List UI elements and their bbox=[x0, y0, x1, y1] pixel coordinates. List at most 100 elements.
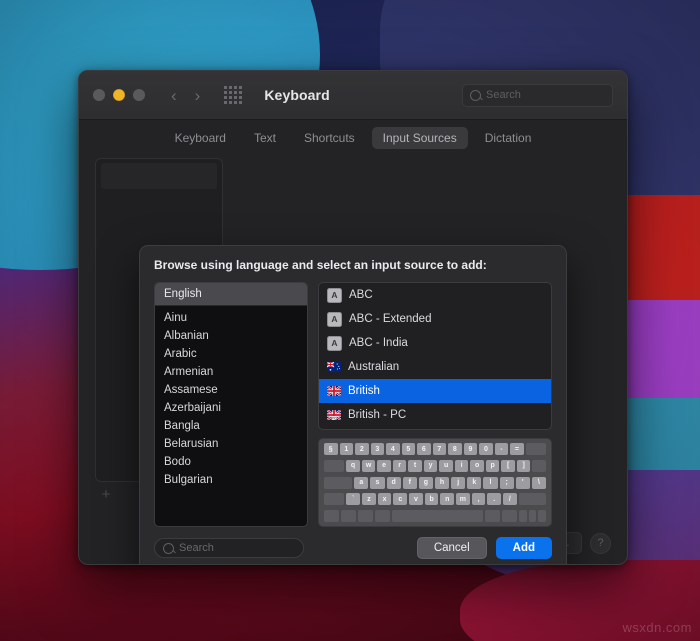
sheet-body: English Ainu Albanian Arabic Armenian As… bbox=[154, 282, 552, 527]
key: ; bbox=[499, 476, 514, 489]
list-item[interactable]: Bangla bbox=[155, 417, 307, 435]
forward-arrow-icon[interactable]: › bbox=[195, 87, 201, 104]
list-item[interactable]: Belarusian bbox=[155, 435, 307, 453]
tab-input-sources[interactable]: Input Sources bbox=[371, 127, 468, 149]
key: 7 bbox=[432, 443, 447, 455]
list-item[interactable]: A ABC bbox=[319, 283, 551, 307]
search-icon bbox=[163, 542, 174, 554]
desktop-wallpaper: ‹ › Keyboard Search Keyboard Text Shortc… bbox=[0, 0, 700, 641]
list-item[interactable]: Assamese bbox=[155, 381, 307, 399]
key: ` bbox=[346, 493, 361, 506]
key: ] bbox=[516, 459, 531, 472]
key: = bbox=[510, 443, 524, 455]
zoom-button[interactable] bbox=[133, 89, 145, 101]
list-item[interactable]: Ainu bbox=[155, 309, 307, 327]
key: - bbox=[494, 443, 509, 455]
right-column: A ABC A ABC - Extended A ABC - India Aus… bbox=[318, 282, 552, 527]
key: / bbox=[503, 493, 517, 506]
list-item[interactable]: Bulgarian bbox=[155, 471, 307, 489]
tab-dictation[interactable]: Dictation bbox=[474, 127, 543, 149]
input-source-list[interactable]: A ABC A ABC - Extended A ABC - India Aus… bbox=[318, 282, 552, 430]
tab-text[interactable]: Text bbox=[243, 127, 287, 149]
add-source-button[interactable]: + bbox=[97, 486, 115, 504]
close-button[interactable] bbox=[93, 89, 105, 101]
key: 2 bbox=[355, 443, 369, 455]
keyboard-row-2: q w e r t y u i o p [ ] bbox=[324, 459, 546, 472]
key: 0 bbox=[479, 443, 493, 455]
list-item[interactable]: PC British - PC bbox=[319, 403, 551, 427]
key: y bbox=[423, 459, 438, 472]
cancel-button[interactable]: Cancel bbox=[416, 537, 487, 559]
keyboard-row-4: ` z x c v b n m , . / bbox=[324, 493, 547, 506]
list-item[interactable] bbox=[101, 163, 217, 189]
preference-tabbar: Keyboard Text Shortcuts Input Sources Di… bbox=[79, 120, 627, 156]
sheet-search-field[interactable]: Search bbox=[154, 538, 304, 558]
key-command-right bbox=[485, 510, 501, 522]
keyboard-row-3: a s d f g h j k l ; ' \ bbox=[324, 476, 546, 489]
help-button[interactable]: ? bbox=[590, 532, 611, 554]
key: l bbox=[483, 476, 498, 489]
toolbar-search-field[interactable]: Search bbox=[462, 83, 613, 107]
sheet-footer: Search Cancel Add bbox=[154, 537, 552, 559]
key-fn bbox=[324, 510, 340, 522]
keyboard-row-1: § 1 2 3 4 5 6 7 8 9 0 - = bbox=[324, 443, 546, 455]
tab-shortcuts[interactable]: Shortcuts bbox=[293, 127, 366, 149]
key: d bbox=[386, 476, 401, 489]
show-all-grid-icon[interactable] bbox=[224, 86, 243, 104]
flag-australia-icon bbox=[327, 362, 341, 372]
key: v bbox=[409, 493, 423, 506]
key-shift-left bbox=[324, 493, 345, 506]
key: . bbox=[487, 493, 502, 506]
add-input-source-sheet: Browse using language and select an inpu… bbox=[139, 245, 567, 564]
key: e bbox=[377, 459, 391, 472]
language-selected-header[interactable]: English bbox=[155, 283, 307, 306]
key: 5 bbox=[401, 443, 416, 455]
navigation-arrows: ‹ › bbox=[171, 87, 200, 104]
sheet-title: Browse using language and select an inpu… bbox=[154, 258, 487, 272]
list-item[interactable]: Australian bbox=[319, 355, 551, 379]
list-item[interactable]: Albanian bbox=[155, 327, 307, 345]
list-item-selected[interactable]: British bbox=[319, 379, 551, 403]
key: f bbox=[402, 476, 417, 489]
window-titlebar: ‹ › Keyboard Search bbox=[79, 71, 627, 120]
abc-badge-icon: A bbox=[327, 287, 342, 303]
list-item[interactable]: Bodo bbox=[155, 453, 307, 471]
list-item[interactable]: A ABC - India bbox=[319, 331, 551, 355]
add-button[interactable]: Add bbox=[495, 537, 552, 559]
list-item[interactable]: A ABC - Extended bbox=[319, 307, 551, 331]
key: 6 bbox=[417, 443, 431, 455]
key: p bbox=[485, 459, 500, 472]
list-item[interactable]: Azerbaijani bbox=[155, 399, 307, 417]
input-sources-pane: + Set Up Bluetooth Keyboard… ? Browse us… bbox=[79, 156, 627, 564]
key-option-right bbox=[502, 510, 518, 522]
key-control bbox=[341, 510, 357, 522]
key: z bbox=[362, 493, 376, 506]
abc-badge-icon: A bbox=[327, 311, 342, 327]
key: j bbox=[451, 476, 466, 489]
key: w bbox=[361, 459, 376, 472]
watermark: wsxdn.com bbox=[622, 620, 692, 635]
key-command-left bbox=[375, 510, 391, 522]
window-title: Keyboard bbox=[264, 87, 330, 103]
key: m bbox=[456, 493, 470, 506]
list-item[interactable]: Canadian English bbox=[319, 427, 551, 429]
key-return-upper bbox=[532, 459, 546, 472]
search-icon bbox=[470, 89, 481, 101]
list-item[interactable]: Arabic bbox=[155, 345, 307, 363]
language-list[interactable]: Ainu Albanian Arabic Armenian Assamese A… bbox=[155, 306, 307, 526]
minimize-button[interactable] bbox=[113, 89, 125, 101]
key: 8 bbox=[448, 443, 462, 455]
tab-keyboard[interactable]: Keyboard bbox=[164, 127, 237, 149]
key: § bbox=[324, 443, 338, 455]
key-arrow-right bbox=[538, 510, 547, 522]
list-item[interactable]: Armenian bbox=[155, 363, 307, 381]
key: i bbox=[454, 459, 469, 472]
key-arrow-left bbox=[519, 510, 527, 522]
key: 3 bbox=[370, 443, 385, 455]
key-option-left bbox=[358, 510, 374, 522]
language-panel[interactable]: English Ainu Albanian Arabic Armenian As… bbox=[154, 282, 308, 527]
toolbar-search-placeholder: Search bbox=[486, 89, 521, 101]
list-item-label: Australian bbox=[348, 361, 400, 373]
key: 9 bbox=[463, 443, 478, 455]
back-arrow-icon[interactable]: ‹ bbox=[171, 87, 177, 104]
